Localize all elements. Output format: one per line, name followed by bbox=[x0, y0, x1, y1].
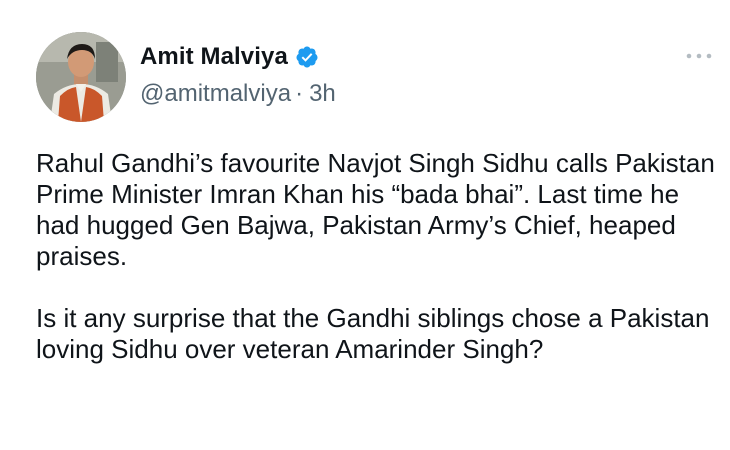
author-handle[interactable]: @amitmalviya bbox=[140, 80, 291, 108]
more-horizontal-icon[interactable] bbox=[684, 46, 714, 66]
tweet-paragraph: Rahul Gandhi’s favourite Navjot Singh Si… bbox=[36, 148, 715, 271]
avatar-photo bbox=[36, 32, 126, 122]
verified-badge-icon bbox=[295, 45, 319, 69]
author-avatar[interactable] bbox=[36, 32, 126, 122]
author-display-name[interactable]: Amit Malviya bbox=[140, 43, 288, 71]
author-info: Amit Malviya @amitmalviya · 3h bbox=[140, 40, 336, 108]
tweet-text: Rahul Gandhi’s favourite Navjot Singh Si… bbox=[36, 148, 716, 365]
author-name-row: Amit Malviya bbox=[140, 40, 336, 74]
tweet-timestamp[interactable]: 3h bbox=[309, 80, 336, 108]
author-handle-row: @amitmalviya · 3h bbox=[140, 80, 336, 108]
tweet-card: Amit Malviya @amitmalviya · 3h Rahul Gan… bbox=[0, 0, 730, 450]
tweet-paragraph: Is it any surprise that the Gandhi sibli… bbox=[36, 303, 710, 364]
separator-dot: · bbox=[295, 80, 304, 107]
